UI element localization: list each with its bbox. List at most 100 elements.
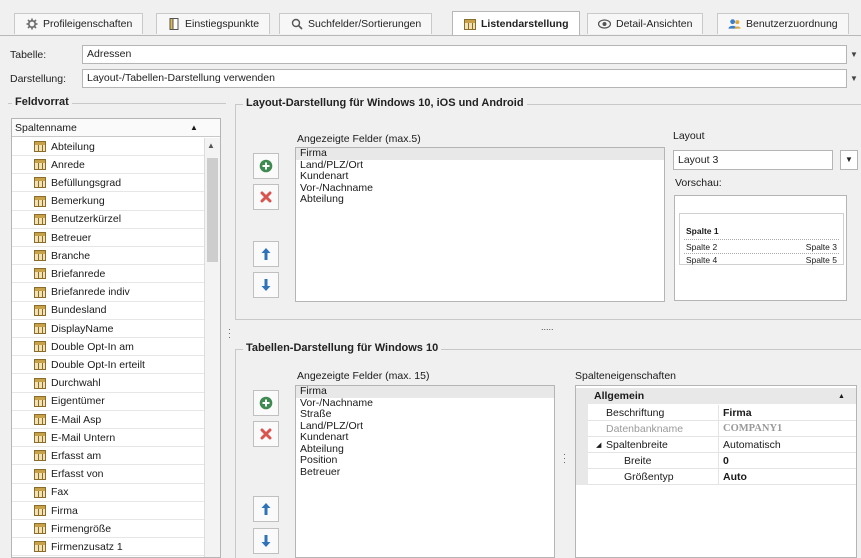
list-item-label: Erfasst am [51, 449, 102, 462]
expand-collapse-icon[interactable]: ◢ [596, 441, 601, 449]
layout-fields-list[interactable]: Firma Land/PLZ/Ort Kundenart Vor-/Nachname A… [295, 147, 665, 302]
property-row[interactable]: Breite 0 [576, 452, 856, 469]
list-item[interactable]: Fax [12, 484, 204, 502]
table-group-frame-left [235, 349, 236, 558]
sort-ascending-icon: ▲ [190, 123, 198, 132]
preview-col2: Spalte 2 [686, 242, 718, 252]
list-item[interactable]: Double Opt-In erteilt [12, 356, 204, 375]
list-item[interactable]: Straße [296, 408, 554, 421]
list-item[interactable]: Kundenart [296, 170, 664, 183]
tab-benutzerzuordnung[interactable]: Benutzerzuordnung [717, 13, 849, 34]
property-gutter [576, 388, 588, 485]
list-item[interactable]: Position [296, 454, 554, 467]
scrollbar[interactable]: ▲ [204, 138, 220, 557]
list-item[interactable]: Double Opt-In am [12, 338, 204, 357]
move-column-down-button[interactable] [253, 528, 279, 554]
chevron-down-icon[interactable]: ▼ [847, 45, 861, 64]
add-column-button[interactable] [253, 390, 279, 416]
darstellung-field[interactable]: Layout-/Tabellen-Darstellung verwenden [82, 69, 847, 88]
splitter-handle-vertical[interactable]: · · · [228, 325, 232, 342]
tab-einstiegspunkte[interactable]: Einstiegspunkte [156, 13, 271, 34]
preview-col4: Spalte 4 [686, 255, 718, 265]
collapse-icon[interactable]: ▲ [838, 393, 845, 400]
splitter-handle-vertical[interactable]: · · · [563, 450, 567, 467]
list-item[interactable]: E-Mail Asp [12, 411, 204, 429]
property-grid[interactable]: Allgemein ▲ Beschriftung Firma Datenbank… [575, 385, 857, 558]
property-category[interactable]: Allgemein ▲ [576, 388, 856, 404]
tab-profileigenschaften[interactable]: Profileigenschaften [14, 13, 144, 34]
move-column-up-button[interactable] [253, 496, 279, 522]
property-value[interactable]: 0 [718, 452, 856, 469]
list-item[interactable]: Befüllungsgrad [12, 174, 204, 193]
list-item[interactable]: Firmengröße [12, 520, 204, 539]
add-field-button[interactable] [253, 153, 279, 179]
list-item[interactable]: E-Mail Untern [12, 429, 204, 448]
table-group-title: Tabellen-Darstellung für Windows 10 [243, 342, 442, 354]
list-item-label: Fax [51, 486, 69, 499]
table-fields-list[interactable]: Firma Vor-/Nachname Straße Land/PLZ/Ort Kund… [295, 385, 555, 558]
list-item[interactable]: Firma [296, 386, 554, 398]
list-item-label: Bemerkung [51, 195, 105, 208]
table-icon [34, 304, 46, 316]
list-item[interactable]: Briefanrede [12, 265, 204, 284]
property-row[interactable]: Größentyp Auto [576, 468, 856, 485]
list-item[interactable]: Eigentümer [12, 393, 204, 411]
list-item[interactable]: Benutzerkürzel [12, 211, 204, 229]
tabelle-field[interactable]: Adressen [82, 45, 847, 64]
move-up-button[interactable] [253, 241, 279, 267]
move-down-button[interactable] [253, 272, 279, 298]
list-item[interactable]: Erfasst am [12, 447, 204, 466]
list-item[interactable]: Betreuer [296, 466, 554, 479]
list-item[interactable]: Land/PLZ/Ort [296, 159, 664, 172]
plus-circle-icon [259, 159, 273, 173]
tab-label: Suchfelder/Sortierungen [308, 18, 422, 30]
arrow-down-icon [261, 535, 271, 547]
list-item[interactable]: Firmenzusatz 1 [12, 538, 204, 557]
arrow-up-icon [261, 248, 271, 260]
list-item-label: E-Mail Untern [51, 431, 116, 444]
property-value[interactable]: Auto [718, 468, 856, 485]
tab-listendarstellung[interactable]: Listendarstellung [452, 11, 580, 36]
list-item[interactable]: Firma [296, 148, 664, 160]
list-item-label: Double Opt-In erteilt [51, 358, 145, 371]
tab-detail-ansichten[interactable]: Detail-Ansichten [587, 13, 704, 34]
list-item[interactable]: Branche [12, 247, 204, 266]
remove-field-button[interactable] [253, 184, 279, 210]
table-icon [34, 177, 46, 189]
list-item[interactable]: Vor-/Nachname [296, 182, 664, 195]
list-item[interactable]: Durchwahl [12, 375, 204, 393]
list-item[interactable]: Betreuer [12, 229, 204, 247]
scroll-up-icon[interactable]: ▲ [207, 141, 215, 150]
users-icon [728, 18, 741, 31]
layout-dropdown-button[interactable]: ▼ [840, 150, 858, 170]
list-item[interactable]: Vor-/Nachname [296, 397, 554, 410]
property-value[interactable]: Automatisch [718, 436, 856, 453]
splitter-handle-horizontal[interactable]: ..... [541, 322, 554, 332]
list-item[interactable]: Kundenart [296, 431, 554, 444]
remove-column-button[interactable] [253, 421, 279, 447]
list-item-label: Firma [51, 504, 78, 517]
list-item[interactable]: Bemerkung [12, 193, 204, 211]
chevron-down-icon[interactable]: ▼ [847, 69, 861, 88]
list-item[interactable]: Firma [12, 502, 204, 520]
list-item-label: Erfasst von [51, 468, 104, 481]
list-item[interactable]: Anrede [12, 156, 204, 175]
table-icon [34, 377, 46, 389]
list-item[interactable]: Briefanrede indiv [12, 284, 204, 302]
property-row[interactable]: ◢ Spaltenbreite Automatisch [576, 436, 856, 453]
list-item[interactable]: Abteilung [296, 193, 664, 206]
tab-label: Einstiegspunkte [185, 18, 260, 30]
feldvorrat-list[interactable]: Spaltenname ▲ Abteilung Anrede Befüllungsg… [11, 118, 221, 558]
list-header[interactable]: Spaltenname ▲ [12, 119, 220, 137]
list-item[interactable]: Abteilung [12, 138, 204, 156]
property-row[interactable]: Beschriftung Firma [576, 404, 856, 421]
list-item[interactable]: Bundesland [12, 302, 204, 320]
layout-select[interactable]: Layout 3 [673, 150, 833, 170]
scrollbar-thumb[interactable] [207, 158, 218, 262]
tab-suchfelder[interactable]: Suchfelder/Sortierungen [279, 13, 433, 34]
list-item[interactable]: Erfasst von [12, 466, 204, 484]
table-icon [34, 450, 46, 462]
tabelle-label: Tabelle: [10, 49, 47, 61]
property-value[interactable]: Firma [718, 404, 856, 421]
list-item[interactable]: DisplayName [12, 320, 204, 338]
